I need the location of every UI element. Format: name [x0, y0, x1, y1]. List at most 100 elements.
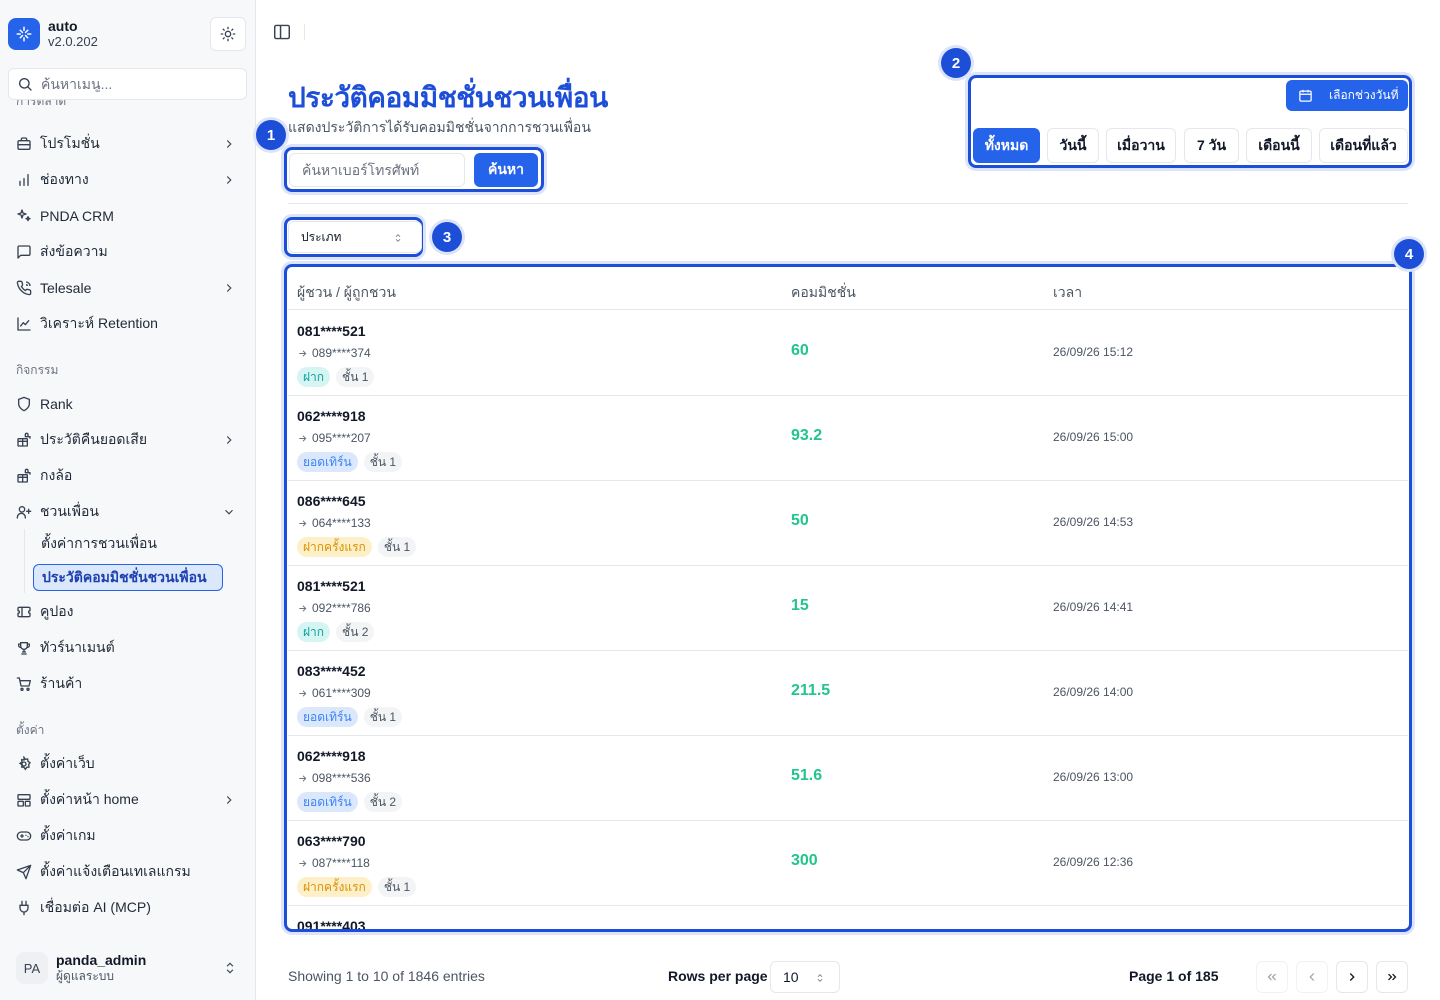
phone-call-icon — [16, 280, 32, 296]
sidebar-item-label: ชวนเพื่อน — [40, 503, 99, 519]
sidebar-item-telegram-settings[interactable]: ตั้งค่าแจ้งเตือนเทเลแกรม — [8, 857, 246, 887]
chevron-down-icon — [225, 509, 233, 515]
sidebar-item-promotion[interactable]: โปรโมชั่น — [8, 129, 246, 159]
sidebar-item-ai-mcp[interactable]: เชื่อมต่อ AI (MCP) — [8, 893, 246, 923]
sidebar-item-channel[interactable]: ช่องทาง — [8, 165, 246, 195]
brand-version: v2.0.202 — [48, 34, 98, 49]
sidebar-item-label: ช่องทาง — [40, 171, 89, 187]
chevron-right-icon — [226, 796, 232, 804]
panel-left-icon — [274, 24, 290, 40]
page-info: Page 1 of 185 — [1129, 968, 1219, 984]
user-name: panda_admin — [56, 952, 147, 968]
sidebar-item-cashback[interactable]: ประวัติคืนยอดเสีย — [8, 425, 246, 455]
range-all-button[interactable]: ทั้งหมด — [973, 128, 1040, 163]
range-today-button[interactable]: วันนี้ — [1047, 128, 1099, 163]
sun-icon — [220, 26, 236, 42]
sidebar-item-shop[interactable]: ร้านค้า — [8, 669, 246, 699]
sidebar-item-label: ตั้งค่าเกม — [40, 827, 96, 843]
ticket-icon — [16, 604, 32, 620]
sidebar-item-label: ตั้งค่าเว็บ — [40, 755, 95, 771]
chevron-right-icon — [226, 284, 232, 292]
range-7days-button[interactable]: 7 วัน — [1184, 128, 1239, 163]
settings-icon — [16, 756, 32, 772]
date-range-label: เลือกช่วงวันที่ — [1329, 88, 1399, 102]
sidebar-item-message[interactable]: ส่งข้อความ — [8, 237, 246, 267]
search-icon — [19, 78, 32, 91]
sidebar-item-crm[interactable]: PNDA CRM — [8, 201, 246, 231]
sparkles-icon — [16, 208, 32, 224]
submenu-line — [24, 529, 25, 593]
sidebar-item-label: Rank — [40, 396, 73, 412]
range-last-month-button[interactable]: เดือนที่แล้ว — [1319, 128, 1408, 163]
type-select[interactable]: ประเภท — [288, 221, 422, 253]
chevron-left-icon — [1309, 973, 1315, 981]
sidebar-toggle-button[interactable] — [273, 24, 291, 45]
sidebar-item-telesale[interactable]: Telesale — [8, 273, 246, 303]
topbar-divider — [304, 24, 305, 40]
chevrons-right-icon — [1388, 973, 1397, 981]
range-this-month-button[interactable]: เดือนนี้ — [1246, 128, 1312, 163]
sidebar-subitem-invite-commission-history[interactable]: ประวัติคอมมิชชั่นชวนเพื่อน — [33, 564, 223, 591]
sidebar-subitem-invite-settings[interactable]: ตั้งค่าการชวนเพื่อน — [33, 530, 223, 557]
page-title: ประวัติคอมมิชชั่นชวนเพื่อน — [288, 82, 608, 113]
chevrons-up-down-icon — [817, 974, 823, 982]
sidebar-item-coupon[interactable]: คูปอง — [8, 597, 246, 627]
annotation-badge-3: 3 — [432, 222, 462, 252]
line-chart-icon — [16, 316, 32, 332]
range-yesterday-button[interactable]: เมื่อวาน — [1106, 128, 1176, 163]
chevrons-up-down-icon — [395, 234, 401, 242]
next-page-button[interactable] — [1336, 961, 1368, 993]
sidebar-item-label: โปรโมชั่น — [40, 135, 100, 151]
plug-icon — [16, 900, 32, 916]
sidebar-item-rank[interactable]: Rank — [8, 389, 246, 419]
sidebar-item-label: ตั้งค่าหน้า home — [40, 791, 139, 807]
previous-page-button[interactable] — [1296, 961, 1328, 993]
message-square-icon — [16, 244, 32, 260]
page-subtitle: แสดงประวัติการได้รับคอมมิชชั่นจากการชวนเ… — [288, 119, 591, 135]
annotation-badge-2: 2 — [941, 48, 971, 78]
sidebar-item-label: เชื่อมต่อ AI (MCP) — [40, 899, 151, 915]
group-activity: กิจกรรม — [16, 363, 59, 377]
menu-search[interactable] — [8, 68, 247, 100]
theme-toggle-button[interactable] — [210, 17, 246, 51]
sidebar-item-label: ทัวร์นาเมนต์ — [40, 639, 115, 655]
shield-icon — [16, 396, 32, 412]
chevron-right-icon — [226, 176, 232, 184]
sidebar-item-label: ตั้งค่าแจ้งเตือนเทเลแกรม — [40, 863, 191, 879]
gamepad-icon — [16, 828, 32, 844]
sidebar-nav: การตลาด โปรโมชั่น ช่องทาง PNDA CRM ส่งข้… — [0, 100, 255, 936]
sidebar-item-label: วิเคราะห์ Retention — [40, 315, 158, 331]
sidebar-item-label: ประวัติคืนยอดเสีย — [40, 431, 148, 447]
brand: auto v2.0.202 — [0, 0, 255, 68]
chevron-right-icon — [1349, 973, 1355, 981]
avatar: PA — [16, 952, 48, 984]
section-divider — [288, 203, 1408, 204]
sidebar-item-invite[interactable]: ชวนเพื่อน — [8, 497, 246, 527]
briefcase-icon — [16, 136, 32, 152]
rows-per-page-select[interactable]: 10 — [770, 961, 840, 993]
chevrons-up-down-icon — [226, 962, 234, 974]
date-range-picker-button[interactable]: เลือกช่วงวันที่ — [1286, 80, 1408, 111]
user-role: ผู้ดูแลระบบ — [56, 969, 115, 983]
sidebar-item-label: PNDA CRM — [40, 208, 114, 224]
sidebar-item-home-settings[interactable]: ตั้งค่าหน้า home — [8, 785, 246, 815]
sidebar-item-game-settings[interactable]: ตั้งค่าเกม — [8, 821, 246, 851]
sidebar-item-web-settings[interactable]: ตั้งค่าเว็บ — [8, 749, 246, 779]
menu-search-input[interactable] — [41, 76, 231, 92]
search-button[interactable]: ค้นหา — [474, 153, 538, 187]
trophy-icon — [16, 640, 32, 656]
first-page-button[interactable] — [1256, 961, 1288, 993]
sidebar-item-wheel[interactable]: กงล้อ — [8, 461, 246, 491]
entries-summary: Showing 1 to 10 of 1846 entries — [288, 968, 485, 984]
last-page-button[interactable] — [1376, 961, 1408, 993]
sidebar-item-tournament[interactable]: ทัวร์นาเมนต์ — [8, 633, 246, 663]
calendar-icon — [1299, 89, 1312, 102]
user-menu[interactable]: PA panda_admin ผู้ดูแลระบบ — [0, 936, 255, 1000]
sidebar: auto v2.0.202 การตลาด โปรโมชั่น ช่องทาง — [0, 0, 256, 1000]
send-icon — [16, 864, 32, 880]
chevron-right-icon — [226, 140, 232, 148]
sidebar-item-retention[interactable]: วิเคราะห์ Retention — [8, 309, 246, 339]
phone-search-input[interactable] — [289, 153, 465, 187]
chevron-right-icon — [226, 436, 232, 444]
rows-per-page-label: Rows per page — [668, 968, 768, 984]
